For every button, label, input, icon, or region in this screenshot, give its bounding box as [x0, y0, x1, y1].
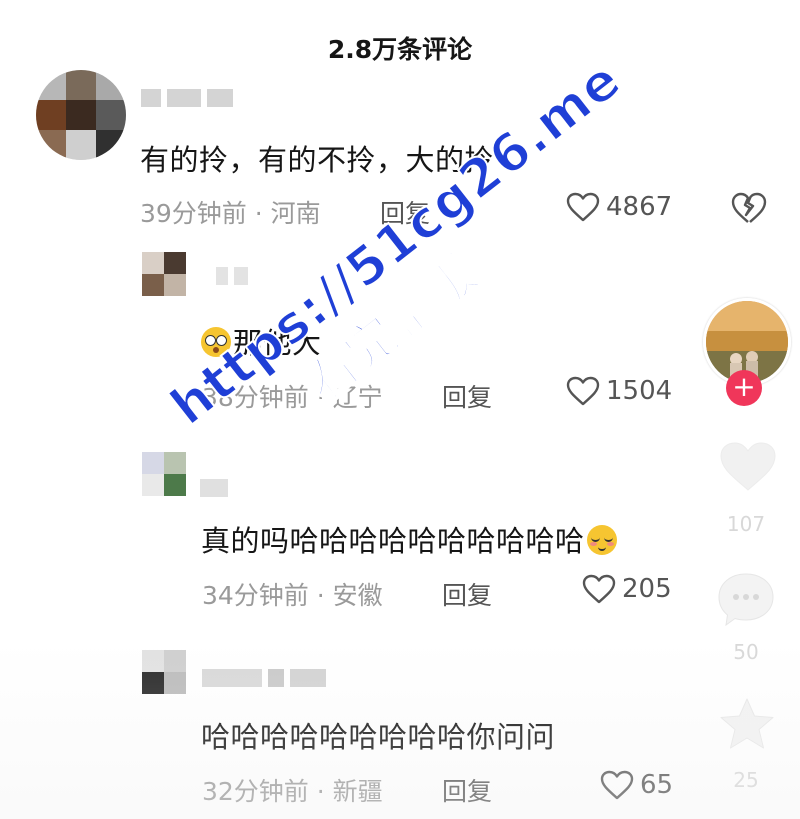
- like-button[interactable]: 65: [600, 770, 673, 800]
- comment-time-location: 39分钟前 · 河南: [140, 199, 321, 228]
- video-like-count: 107: [726, 512, 766, 536]
- video-comment-button[interactable]: [716, 570, 776, 632]
- avatar[interactable]: [142, 650, 186, 694]
- heart-filled-icon: [720, 442, 776, 491]
- like-count: 4867: [606, 192, 673, 222]
- star-icon: [720, 698, 774, 749]
- video-favorite-count: 25: [733, 768, 759, 792]
- reply-button[interactable]: 回复: [442, 772, 492, 808]
- avatar[interactable]: [142, 252, 186, 296]
- comment-text: 真的吗哈哈哈哈哈哈哈哈哈哈: [201, 518, 619, 560]
- username-pixelated[interactable]: [200, 478, 228, 498]
- comments-count-title: 2.8万条评论: [327, 35, 473, 64]
- like-button[interactable]: 205: [582, 574, 672, 604]
- username-pixelated[interactable]: [216, 266, 248, 286]
- like-button[interactable]: 4867: [566, 192, 672, 222]
- comment-bubble-icon: [718, 573, 774, 627]
- reply-button[interactable]: 回复: [442, 576, 492, 612]
- reply-button[interactable]: 回复: [380, 194, 430, 230]
- heart-outline-icon: [566, 192, 600, 222]
- comment-text: 那他大: [201, 320, 322, 362]
- heart-outline-icon: [600, 770, 634, 800]
- dislike-button[interactable]: [731, 192, 767, 228]
- video-favorite-button[interactable]: [718, 696, 776, 756]
- comment-text: 有的拎，有的不拎，大的拎: [140, 143, 495, 177]
- video-like-button[interactable]: [718, 440, 778, 498]
- surprised-emoji-icon: [201, 327, 231, 357]
- heart-outline-icon: [566, 376, 600, 406]
- comment-text: 哈哈哈哈哈哈哈哈哈你问问: [201, 720, 556, 754]
- avatar[interactable]: [142, 452, 186, 496]
- avatar[interactable]: [36, 70, 126, 160]
- video-comment-count: 50: [733, 640, 759, 664]
- follow-plus-button[interactable]: +: [726, 370, 762, 406]
- like-count: 1504: [606, 376, 673, 406]
- like-count: 205: [622, 574, 672, 604]
- comment-time-location: 32分钟前 · 新疆: [202, 777, 383, 806]
- like-count: 65: [640, 770, 674, 800]
- comment-time-location: 34分钟前 · 安徽: [202, 581, 383, 610]
- reply-button[interactable]: 回复: [442, 378, 492, 414]
- shy-emoji-icon: [586, 525, 617, 555]
- heart-outline-icon: [582, 574, 616, 604]
- like-button[interactable]: 1504: [566, 376, 672, 406]
- broken-heart-icon: [731, 192, 767, 223]
- comment-time-location: 38分钟前 · 辽宁: [202, 383, 383, 412]
- username-pixelated[interactable]: [141, 88, 233, 108]
- username-pixelated[interactable]: [202, 668, 326, 688]
